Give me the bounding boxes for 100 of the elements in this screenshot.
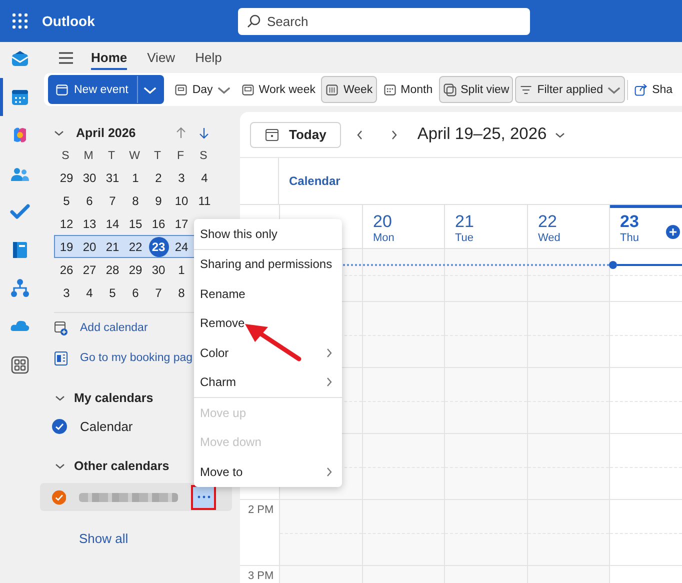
- hierarchy-icon: [10, 278, 30, 298]
- submenu-chevron-icon: [324, 377, 334, 388]
- day-cell[interactable]: 28: [101, 259, 124, 280]
- menu-item[interactable]: Remove: [194, 308, 342, 338]
- day-cell[interactable]: 5: [55, 190, 78, 211]
- day-cell[interactable]: 27: [78, 259, 101, 280]
- day-cell[interactable]: 9: [147, 190, 170, 211]
- sidebar-link[interactable]: Go to my booking pag: [40, 343, 193, 373]
- day-cell[interactable]: 20: [78, 236, 101, 257]
- day-cell[interactable]: 8: [170, 282, 193, 303]
- day-cell[interactable]: 7: [147, 282, 170, 303]
- search-field[interactable]: Search: [238, 8, 530, 34]
- menu-icon[interactable]: [58, 50, 74, 64]
- toolbar-dropdown[interactable]: Day: [170, 76, 235, 103]
- day-cell[interactable]: 14: [101, 213, 124, 234]
- day-cell[interactable]: 6: [124, 282, 147, 303]
- day-cell[interactable]: 7: [101, 190, 124, 211]
- weekday-label: T: [152, 149, 162, 164]
- day-cell[interactable]: 29: [55, 167, 78, 188]
- ribbon-tab[interactable]: View: [138, 44, 184, 70]
- menu-item[interactable]: Rename: [194, 279, 342, 308]
- app-launcher-icon[interactable]: [12, 13, 28, 29]
- time-slot[interactable]: [609, 249, 682, 301]
- app-name: Outlook: [42, 13, 95, 29]
- down-arrow-icon: [198, 127, 208, 139]
- day-cell[interactable]: 10: [170, 190, 193, 211]
- submenu-chevron-icon: [324, 466, 334, 477]
- calendar-check-icon[interactable]: [52, 490, 66, 504]
- view-button[interactable]: Split view: [438, 76, 514, 103]
- day-cell[interactable]: 5: [101, 282, 124, 303]
- day-cell[interactable]: 30: [78, 167, 101, 188]
- weekday-label: S: [198, 149, 208, 164]
- view-button[interactable]: Month: [378, 76, 437, 103]
- chevron-icon: [389, 130, 400, 140]
- day-cell[interactable]: 4: [78, 282, 101, 303]
- booking-page-icon: [54, 350, 68, 366]
- day-cell[interactable]: 8: [124, 190, 147, 211]
- day-cell[interactable]: 4: [193, 167, 216, 188]
- day-cell[interactable]: 17: [170, 213, 193, 234]
- day-cell[interactable]: 21: [101, 236, 124, 257]
- day-cell[interactable]: 1: [170, 259, 193, 280]
- day-cell[interactable]: 29: [124, 259, 147, 280]
- day-cell[interactable]: 22: [124, 236, 147, 257]
- day-cell[interactable]: 13: [78, 213, 101, 234]
- new-event-button[interactable]: New event: [48, 75, 164, 104]
- collapse-chevron-icon: [54, 128, 64, 138]
- split-view-icon: [442, 82, 457, 96]
- calendar-icon: [55, 82, 69, 96]
- calendar-group-header[interactable]: My calendars: [40, 385, 154, 411]
- day-cell[interactable]: 3: [170, 167, 193, 188]
- day-cell[interactable]: 30: [147, 259, 170, 280]
- week-icon: [325, 82, 340, 96]
- menu-item[interactable]: Charm: [194, 368, 342, 397]
- month-title: April 2026: [76, 126, 137, 140]
- day-column-header[interactable]: 23 Thu: [609, 205, 682, 248]
- day-cell[interactable]: 12: [55, 213, 78, 234]
- calendar-check-icon[interactable]: [52, 418, 67, 434]
- menu-item[interactable]: Move to: [194, 457, 342, 486]
- day-cell[interactable]: 31: [101, 167, 124, 188]
- day-cell[interactable]: 11: [193, 190, 216, 211]
- calendar-group-header[interactable]: Other calendars: [40, 453, 170, 479]
- work-week-icon: [240, 82, 255, 96]
- day-cell[interactable]: 2: [147, 167, 170, 188]
- chevron-icon: [55, 393, 65, 403]
- more-options-button[interactable]: [191, 484, 216, 510]
- view-button[interactable]: Week: [321, 76, 377, 103]
- date-range-picker[interactable]: April 19–25, 2026: [417, 125, 565, 144]
- add-event-icon[interactable]: [666, 225, 680, 239]
- day-cell[interactable]: 19: [55, 236, 78, 257]
- toolbar-dropdown[interactable]: Filter applied: [515, 76, 626, 103]
- sidebar-link[interactable]: Add calendar: [40, 313, 148, 343]
- day-column-header[interactable]: 21 Tue: [444, 205, 527, 248]
- menu-item[interactable]: Color: [194, 338, 342, 368]
- time-label: 3 PM: [248, 570, 274, 582]
- share-button[interactable]: Sha: [630, 76, 677, 103]
- day-cell[interactable]: 3: [55, 282, 78, 303]
- weekday-label: T: [106, 149, 116, 164]
- menu-item[interactable]: Show this only: [194, 219, 342, 248]
- show-all-link[interactable]: Show all: [79, 525, 128, 551]
- more-dots-icon: [196, 495, 211, 499]
- day-column-header[interactable]: 20 Mon: [362, 205, 444, 248]
- day-column-header[interactable]: 22 Wed: [527, 205, 609, 248]
- day-cell[interactable]: 26: [55, 259, 78, 280]
- weekday-label: F: [176, 149, 186, 164]
- apps-icon: [10, 354, 30, 375]
- time-label: 2 PM: [248, 504, 274, 516]
- day-cell[interactable]: 1: [124, 167, 147, 188]
- weekday-label: M: [82, 149, 94, 164]
- day-cell[interactable]: 24: [170, 236, 193, 257]
- day-cell[interactable]: 23: [148, 236, 168, 256]
- day-cell[interactable]: 15: [124, 213, 147, 234]
- day-cell[interactable]: 16: [147, 213, 170, 234]
- calendar-name[interactable]: Calendar: [80, 418, 133, 434]
- today-button[interactable]: Today: [250, 122, 342, 148]
- submenu-chevron-icon: [324, 348, 334, 358]
- view-button[interactable]: Work week: [236, 76, 320, 103]
- ribbon-tab[interactable]: Help: [186, 44, 231, 70]
- menu-item[interactable]: Sharing and permissions: [194, 250, 342, 279]
- checkmark-icon: [10, 202, 30, 222]
- day-cell[interactable]: 6: [78, 190, 101, 211]
